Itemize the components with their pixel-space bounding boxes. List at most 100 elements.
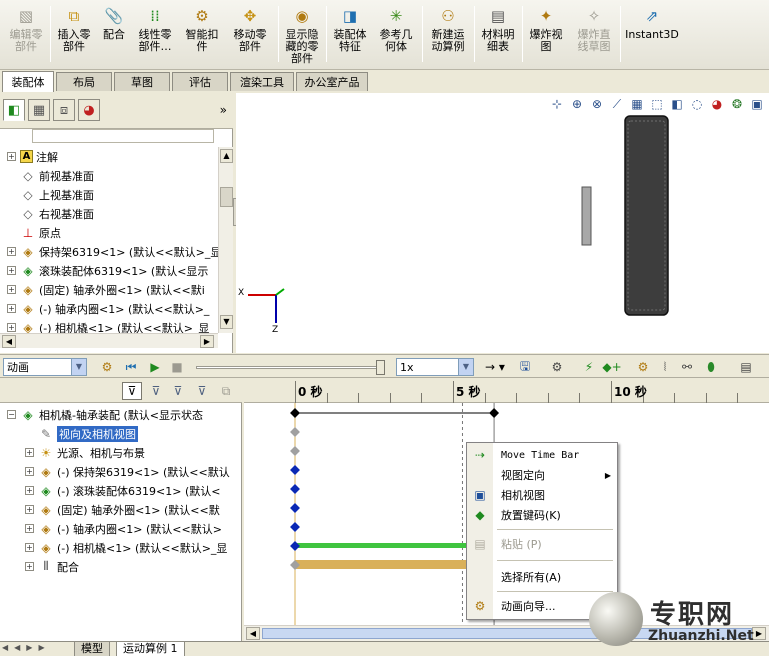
tab-assembly[interactable]: 装配体 [2, 71, 54, 92]
scroll-right-icon[interactable]: ▶ [200, 335, 214, 348]
animation-wizard-button[interactable]: ⚙ [548, 358, 566, 376]
collapse-all-icon[interactable]: ⧉ [216, 382, 236, 400]
instant3d-button[interactable]: ⇗ Instant3D [622, 2, 682, 68]
save-animation-button[interactable]: 🖫 [516, 358, 534, 376]
results-button[interactable]: ▤ [736, 358, 756, 376]
motion-tree-item[interactable]: + ◈ (-) 轴承内圈<1> (默认<<默认> [0, 519, 240, 538]
motion-tree-item[interactable]: + ◈ (-) 滚珠装配体6319<1> (默认< [0, 481, 240, 500]
expand-icon[interactable]: + [25, 524, 34, 533]
expand-icon[interactable]: + [7, 323, 16, 332]
scroll-thumb[interactable] [220, 187, 233, 207]
scroll-right-icon[interactable]: ▶ [752, 627, 766, 640]
filter-animated-icon[interactable]: ⊽ [122, 382, 142, 400]
filter-selected-icon[interactable]: ⊽ [168, 382, 188, 400]
explode-line-sketch-button[interactable]: ✧ 爆炸直 线草图 [570, 2, 618, 68]
timeline-ruler[interactable]: 0 秒5 秒10 秒15 [244, 379, 769, 403]
tree-item[interactable]: + ◈ 滚珠装配体6319<1> (默认<显示 [0, 261, 240, 280]
stop-button[interactable]: ■ [168, 358, 186, 376]
expand-icon[interactable]: + [7, 304, 16, 313]
menu-item[interactable]: ◆ 放置键码(K) [467, 505, 617, 525]
tab-layout[interactable]: 布局 [56, 72, 112, 91]
expand-icon[interactable]: + [25, 467, 34, 476]
bill-of-materials-button[interactable]: ▤ 材料明 细表 [476, 2, 520, 68]
tab-sketch[interactable]: 草图 [114, 72, 170, 91]
tree-item[interactable]: + ◈ 保持架6319<1> (默认<<默认>_显 [0, 242, 240, 261]
tree-item[interactable]: ◇ 前视基准面 [0, 166, 240, 185]
smart-fasteners-button[interactable]: ⚙ 智能扣 件 [180, 2, 224, 68]
tree-item[interactable]: + A 注解 [0, 147, 240, 166]
tab-motion-study-1[interactable]: 运动算例 1 [116, 642, 185, 656]
add-key-button[interactable]: ◆+ [602, 358, 622, 376]
tree-item[interactable]: + ◈ (-) 轴承内圈<1> (默认<<默认>_ [0, 299, 240, 318]
motion-tree-item[interactable]: + ☀ 光源、相机与布景 [0, 443, 240, 462]
expand-icon[interactable]: + [7, 285, 16, 294]
playback-slider-thumb[interactable] [376, 360, 385, 375]
tab-render-tools[interactable]: 渲染工具 [230, 72, 294, 91]
tree-item[interactable]: ◇ 上视基准面 [0, 185, 240, 204]
property-manager-tab[interactable]: ▦ [28, 99, 50, 121]
reference-geometry-button[interactable]: ✳ 参考几 何体 [374, 2, 418, 68]
calculate-button[interactable]: ⚙ [98, 358, 116, 376]
playback-slider[interactable] [196, 366, 382, 369]
play-from-start-button[interactable]: ⏮ [122, 358, 140, 376]
tree-item[interactable]: + ◈ (固定) 轴承外圈<1> (默认<<默i [0, 280, 240, 299]
expand-icon[interactable]: + [7, 266, 16, 275]
motion-tree-item[interactable]: + ◈ (-) 相机橇<1> (默认<<默认>_显 [0, 538, 240, 557]
study-type-select[interactable]: 动画 ▼ [3, 358, 87, 376]
expand-icon[interactable]: + [25, 543, 34, 552]
tree-item[interactable]: ◇ 右视基准面 [0, 204, 240, 223]
tab-evaluate[interactable]: 评估 [172, 72, 228, 91]
exploded-view-button[interactable]: ✦ 爆炸视 图 [524, 2, 568, 68]
show-hidden-components-button[interactable]: ◉ 显示隐 藏的零 部件 [280, 2, 324, 68]
spring-button[interactable]: ⦚ [656, 358, 674, 376]
filter-driving-icon[interactable]: ⊽ [146, 382, 166, 400]
gravity-button[interactable]: ⬮ [702, 358, 720, 376]
tree-item[interactable]: ⊥ 原点 [0, 223, 240, 242]
expand-icon[interactable]: + [25, 562, 34, 571]
configuration-manager-tab[interactable]: ⧈ [53, 99, 75, 121]
graphics-area[interactable]: ⊹ ⊕ ⊗ ⟋ ▦ ⬚ ◧ ◌ ◕ ❂ ▣ X Z [236, 93, 769, 353]
feature-manager-tab[interactable]: ◧ [3, 99, 25, 121]
linear-pattern-button[interactable]: ⁞⁞ 线性零 部件… [132, 2, 178, 68]
menu-item[interactable]: ▤ 粘贴 (P) [467, 534, 617, 554]
motion-tree-item[interactable]: + ⫴ 配合 [0, 557, 240, 576]
feature-tree-horizontal-scrollbar[interactable]: ◀ ▶ [0, 333, 218, 348]
playback-speed-select[interactable]: 1x ▼ [396, 358, 474, 376]
playback-mode-button[interactable]: → ▾ [480, 358, 510, 376]
menu-item[interactable]: ⇢ Move Time Bar [467, 445, 617, 465]
menu-item[interactable]: ▣ 相机视图 [467, 485, 617, 505]
tab-scroll-arrows-icon[interactable]: ◀◀▶▶ [2, 643, 51, 652]
contact-button[interactable]: ⚯ [678, 358, 696, 376]
motion-tree-item[interactable]: ✎ 视向及相机视图 [0, 424, 240, 443]
motion-tree-item[interactable]: + ◈ (固定) 轴承外圈<1> (默认<<默 [0, 500, 240, 519]
expand-icon[interactable]: + [25, 486, 34, 495]
scroll-up-icon[interactable]: ▲ [220, 149, 233, 163]
tab-model[interactable]: 模型 [74, 642, 110, 656]
collapse-icon[interactable]: − [7, 410, 16, 419]
play-button[interactable]: ▶ [146, 358, 164, 376]
autokey-button[interactable]: ⚡ [580, 358, 598, 376]
move-component-button[interactable]: ✥ 移动零 部件 [226, 2, 274, 68]
menu-item[interactable]: 视图定向 ▶ [467, 465, 617, 485]
insert-component-button[interactable]: ⧉ 插入零 部件 [52, 2, 96, 68]
assembly-features-button[interactable]: ◨ 装配体 特征 [328, 2, 372, 68]
feature-tree-vertical-scrollbar[interactable]: ▲ ▼ [218, 147, 233, 333]
display-manager-tab[interactable]: ◕ [78, 99, 100, 121]
tree-filter-input[interactable] [32, 129, 214, 143]
expand-panel-icon[interactable]: » [220, 103, 227, 117]
scroll-left-icon[interactable]: ◀ [246, 627, 260, 640]
motion-tree-item[interactable]: − ◈ 相机橇-轴承装配 (默认<显示状态 [0, 405, 240, 424]
mate-button[interactable]: 📎 配合 [98, 2, 130, 68]
expand-icon[interactable]: + [7, 247, 16, 256]
menu-item[interactable]: 选择所有(A) [467, 567, 617, 587]
new-motion-study-button[interactable]: ⚇ 新建运 动算例 [424, 2, 472, 68]
motor-button[interactable]: ⚙ [634, 358, 652, 376]
scroll-down-icon[interactable]: ▼ [220, 315, 233, 329]
edit-component-button[interactable]: ▧ 编辑零 部件 [4, 2, 48, 68]
expand-icon[interactable]: + [25, 505, 34, 514]
scroll-left-icon[interactable]: ◀ [2, 335, 16, 348]
expand-icon[interactable]: + [25, 448, 34, 457]
filter-results-icon[interactable]: ⊽ [192, 382, 212, 400]
tab-office-products[interactable]: 办公室产品 [296, 72, 368, 91]
expand-icon[interactable]: + [7, 152, 16, 161]
